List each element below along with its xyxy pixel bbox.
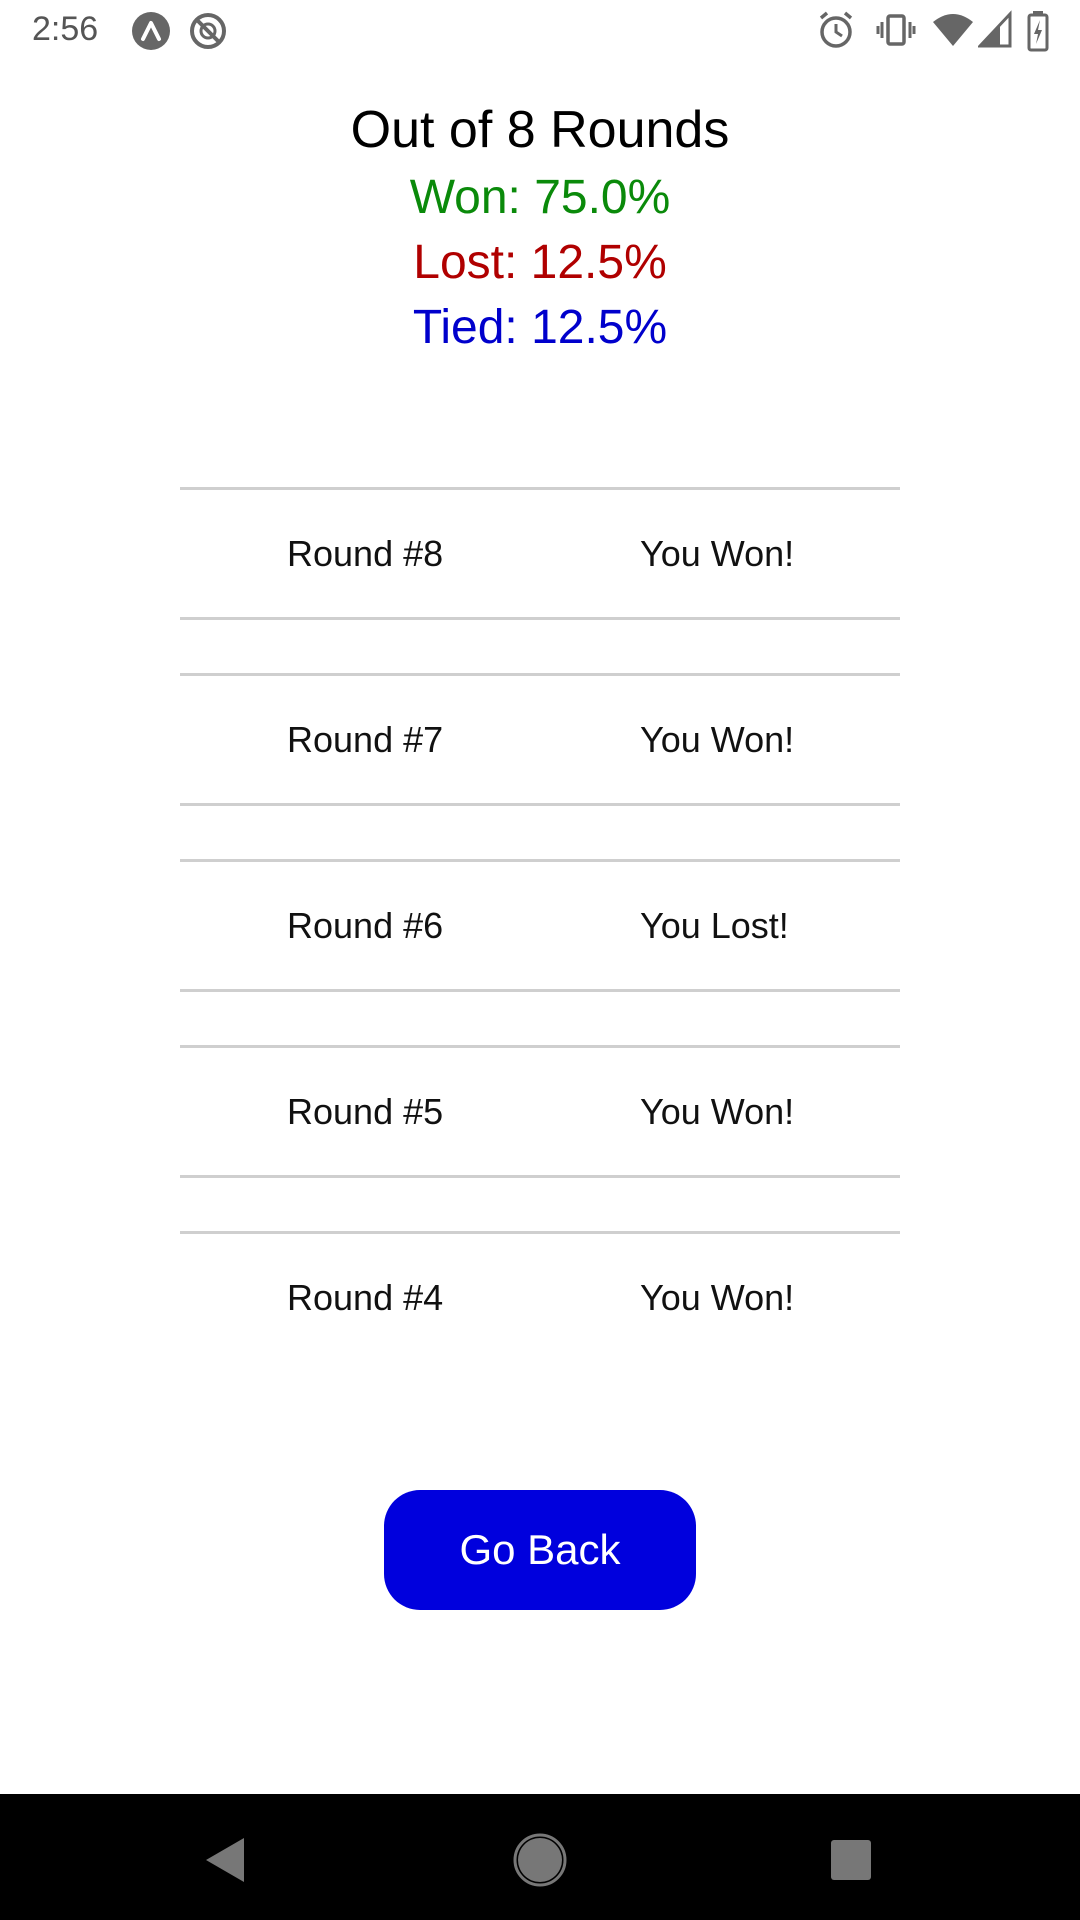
wifi-icon <box>933 14 973 46</box>
list-item: Round #8 You Won! <box>180 487 900 620</box>
round-label: Round #5 <box>287 1091 444 1132</box>
round-result: You Won! <box>640 533 795 574</box>
recents-square-icon[interactable] <box>815 1824 885 1894</box>
tied-percentage: Tied: 12.5% <box>412 301 668 354</box>
rounds-list: Round #8 You Won! Round #7 You Won! Roun… <box>180 487 900 1417</box>
list-item: Round #5 You Won! <box>180 1045 900 1178</box>
round-result: You Won! <box>640 719 795 760</box>
list-item: Round #6 You Lost! <box>180 859 900 992</box>
status-time: 2:56 <box>32 10 99 48</box>
summary-title: Out of 8 Rounds <box>350 101 730 159</box>
status-bar: 2:56 <box>0 0 1080 62</box>
won-percentage: Won: 75.0% <box>409 171 671 224</box>
no-sync-icon <box>190 13 226 49</box>
back-triangle-icon[interactable] <box>190 1824 260 1894</box>
round-result: You Won! <box>640 1277 795 1318</box>
lost-percentage: Lost: 12.5% <box>413 236 667 289</box>
alarm-icon <box>819 11 853 48</box>
accessibility-app-icon <box>132 12 170 50</box>
round-label: Round #8 <box>287 533 444 574</box>
round-result: You Won! <box>640 1091 795 1132</box>
round-result: You Lost! <box>640 905 789 946</box>
list-item: Round #7 You Won! <box>180 673 900 806</box>
signal-icon <box>978 10 1012 48</box>
battery-charging-icon <box>1027 11 1049 52</box>
results-summary: Out of 8 Rounds Won: 75.0% Lost: 12.5% T… <box>0 95 1080 360</box>
navigation-bar <box>0 1794 1080 1920</box>
round-label: Round #4 <box>287 1277 444 1318</box>
go-back-button[interactable]: Go Back <box>384 1490 696 1610</box>
round-label: Round #6 <box>287 905 444 946</box>
round-label: Round #7 <box>287 719 444 760</box>
list-item: Round #4 You Won! <box>180 1231 900 1364</box>
vibrate-icon <box>876 14 916 46</box>
home-circle-icon[interactable] <box>505 1824 575 1894</box>
